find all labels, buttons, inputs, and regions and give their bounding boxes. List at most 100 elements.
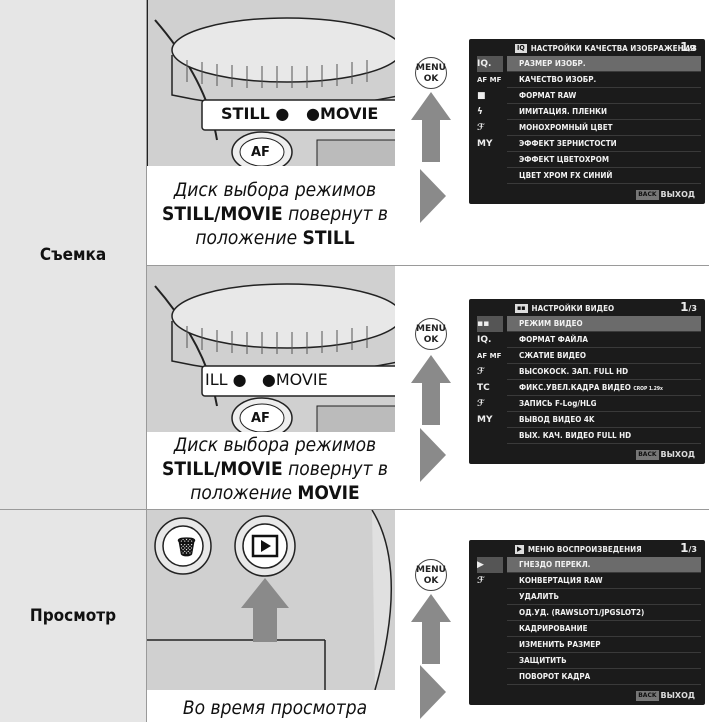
menu-label: MENU xyxy=(416,63,446,73)
side-tab-icon: AF MF xyxy=(477,352,502,360)
row-label-shooting: Съемка xyxy=(39,244,107,265)
side-tab-icon: IQ. xyxy=(477,335,492,345)
movie-tab-icon: ▪▪ xyxy=(515,304,528,313)
screen-side-tabs: ▪▪ IQ. AF MF ℱ TC ℱ MY xyxy=(477,316,503,428)
next-arrow-icon xyxy=(420,428,446,482)
menu-item: ЗАЩИТИТЬ xyxy=(507,653,701,669)
menu-item: ИМИТАЦИЯ. ПЛЕНКИ xyxy=(507,104,701,120)
menu-item: ФОРМАТ ФАЙЛА xyxy=(507,332,701,348)
playback-button-image: 🗑 xyxy=(147,510,395,690)
caption-line: Диск выбора режимов xyxy=(173,434,377,456)
camera-menu-screen: IQ НАСТРОЙКИ КАЧЕСТВА ИЗОБРАЖЕНИЯ 1/3 IQ.… xyxy=(469,39,705,204)
caption-text: повернут в xyxy=(282,203,388,225)
caption-line: Диск выбора режимов xyxy=(173,179,377,201)
camera-icon: ■ xyxy=(477,91,486,101)
back-button-icon: BACK xyxy=(636,691,659,701)
menu-item: ФИКС.УВЕЛ.КАДРА ВИДЕО CROP 1.29x xyxy=(507,380,701,396)
caption-line: STILL/MOVIE повернут в xyxy=(147,202,403,226)
screen-title-text: МЕНЮ ВОСПРОИЗВЕДЕНИЯ xyxy=(527,545,642,554)
caption-line: STILL/MOVIE повернут в xyxy=(147,457,403,481)
camera-dial-image: AF xyxy=(147,266,395,432)
camera-menu-screen: ▶ МЕНЮ ВОСПРОИЗВЕДЕНИЯ 1/3 ▶ ℱ ГНЕЗДО ПЕР… xyxy=(469,540,705,705)
dial-label-right: MOVIE xyxy=(275,370,328,389)
page-total: /3 xyxy=(688,304,698,313)
caption-text: положение xyxy=(195,227,303,249)
menu-item: ВЫСОКОСК. ЗАП. FULL HD xyxy=(507,364,701,380)
flash-icon: ϟ xyxy=(477,107,483,117)
svg-text:🗑: 🗑 xyxy=(175,537,198,558)
side-tab-icon: TC xyxy=(477,383,490,393)
svg-text:AF: AF xyxy=(251,411,270,426)
back-button-icon: BACK xyxy=(636,190,659,200)
screen-back-hint: BACK ВЫХОД xyxy=(636,190,695,200)
side-tab-icon: AF MF xyxy=(477,76,502,84)
press-arrow-icon xyxy=(411,355,451,425)
screen-page: 1/3 xyxy=(680,541,697,557)
wrench-icon: ℱ xyxy=(477,399,485,409)
play-icon: ▶ xyxy=(477,557,503,573)
back-label: ВЫХОД xyxy=(660,691,695,700)
caption-line: положение MOVIE xyxy=(147,481,403,505)
menu-item: ВЫХ. КАЧ. ВИДЕО FULL HD xyxy=(507,428,701,444)
movie-icon: ▪▪ xyxy=(477,316,503,332)
crop-badge: CROP 1.29x xyxy=(633,386,663,392)
screen-back-hint: BACK ВЫХОД xyxy=(636,691,695,701)
menu-item: ЭФФЕКТ ЦВЕТОХРОМ xyxy=(507,152,701,168)
menu-item: ИЗМЕНИТЬ РАЗМЕР xyxy=(507,637,701,653)
menu-label: MENU xyxy=(416,565,446,575)
caption-movie: Диск выбора режимов STILL/MOVIE повернут… xyxy=(147,433,403,505)
menu-item: МОНОХРОМНЫЙ ЦВЕТ xyxy=(507,120,701,136)
page-total: /3 xyxy=(688,545,698,554)
page-total: /3 xyxy=(688,44,698,53)
screen-page: 1/3 xyxy=(680,40,697,56)
row-label-playback: Просмотр xyxy=(29,606,117,626)
page-number: 1 xyxy=(680,40,689,54)
screen-title: ▶ МЕНЮ ВОСПРОИЗВЕДЕНИЯ xyxy=(515,543,701,557)
row-label-cell: Съемка xyxy=(0,0,146,509)
next-arrow-icon xyxy=(420,665,446,719)
menu-item: ГНЕЗДО ПЕРЕКЛ. xyxy=(507,557,701,573)
page-number: 1 xyxy=(680,541,689,555)
press-arrow-icon xyxy=(411,594,451,664)
dial-label-left: ILL xyxy=(205,370,228,389)
caption-text: положение xyxy=(190,482,298,504)
menu-label: MENU xyxy=(416,324,446,334)
menu-item: ЭФФЕКТ ЗЕРНИСТОСТИ xyxy=(507,136,701,152)
side-tab-icon: MY xyxy=(477,415,493,425)
back-label: ВЫХОД xyxy=(660,190,695,199)
back-label: ВЫХОД xyxy=(660,450,695,459)
play-tab-icon: ▶ xyxy=(515,545,524,554)
screen-title: ▪▪ НАСТРОЙКИ ВИДЕО xyxy=(515,302,701,316)
ok-label: OK xyxy=(423,335,439,345)
menu-item: КАДРИРОВАНИЕ xyxy=(507,621,701,637)
caption-still: Диск выбора режимов STILL/MOVIE повернут… xyxy=(147,178,403,250)
menu-item: ФОРМАТ RAW xyxy=(507,88,701,104)
ok-label: OK xyxy=(423,576,439,586)
camera-dial-image: AF xyxy=(147,0,395,166)
menu-ok-button-icon: MENU OK xyxy=(415,318,447,350)
caption-line: Во время просмотра xyxy=(182,697,368,719)
wrench-icon: ℱ xyxy=(477,367,485,377)
caption-bold: STILL xyxy=(302,227,355,249)
page-number: 1 xyxy=(680,300,689,314)
row-label-cell: Просмотр xyxy=(0,510,146,722)
screen-title-text: НАСТРОЙКИ КАЧЕСТВА ИЗОБРАЖЕНИЯ xyxy=(530,44,696,53)
ok-label: OK xyxy=(423,74,439,84)
screen-menu-list: РАЗМЕР ИЗОБР. КАЧЕСТВО ИЗОБР. ФОРМАТ RAW… xyxy=(507,56,701,184)
camera-dial-illustration: AF STILL ● ●MOVIE xyxy=(147,0,395,166)
dial-label-still: STILL ● ●MOVIE xyxy=(221,104,379,123)
camera-dial-illustration: AF ILL ● ●MOVIE xyxy=(147,266,395,432)
caption-bold: STILL xyxy=(162,458,215,480)
press-arrow-icon xyxy=(411,92,451,162)
screen-side-tabs: ▶ ℱ xyxy=(477,557,503,589)
menu-ok-button-icon: MENU OK xyxy=(415,57,447,89)
caption-bold: MOVIE xyxy=(297,482,360,504)
caption-bold: MOVIE xyxy=(220,458,283,480)
caption-line: положение STILL xyxy=(147,226,403,250)
wrench-icon: ℱ xyxy=(477,576,485,586)
svg-text:AF: AF xyxy=(251,145,270,160)
menu-ok-button-icon: MENU OK xyxy=(415,559,447,591)
menu-item: КОНВЕРТАЦИЯ RAW xyxy=(507,573,701,589)
dial-label-left: STILL xyxy=(221,104,270,123)
caption-bold: MOVIE xyxy=(220,203,283,225)
